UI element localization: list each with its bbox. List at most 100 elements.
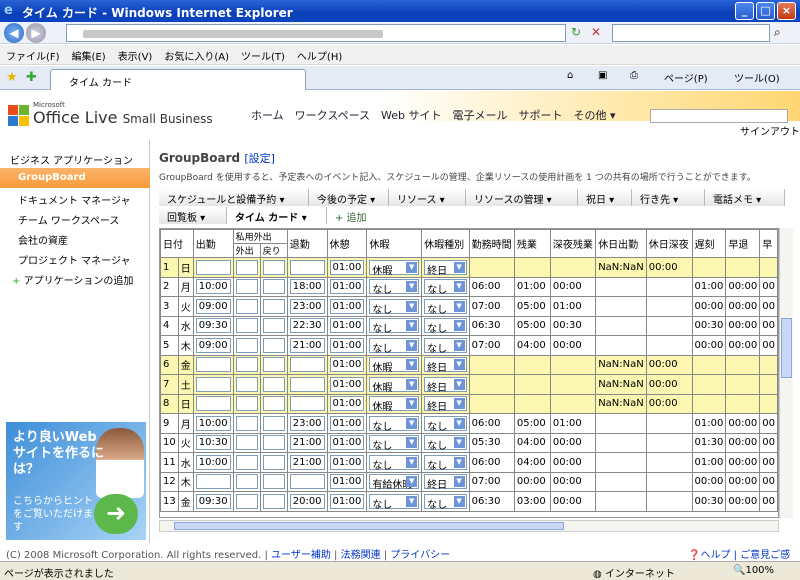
cell-private-out-input[interactable] bbox=[235, 493, 258, 509]
cell-leave-select[interactable]: 休暇 bbox=[369, 259, 420, 276]
cell-private-return-input[interactable] bbox=[262, 279, 285, 295]
cell-private-return-input[interactable] bbox=[262, 396, 285, 412]
refresh-icon[interactable]: ↻ bbox=[571, 25, 581, 39]
cell-clock-in-input[interactable] bbox=[195, 396, 231, 412]
tab-circulation[interactable]: 回覧板 ▾ bbox=[159, 207, 227, 224]
nav-email[interactable]: 電子メール bbox=[453, 109, 508, 122]
favorites-star-icon[interactable]: ★ bbox=[6, 70, 18, 85]
cell-clock-in-input[interactable]: 10:00 bbox=[195, 279, 231, 295]
footer-link-accessibility[interactable]: ユーザー補助 bbox=[271, 550, 331, 561]
cell-clock-out-input[interactable]: 23:00 bbox=[289, 298, 325, 314]
cell-leave-type-select[interactable]: 終日 bbox=[424, 376, 467, 393]
cell-private-out-input[interactable] bbox=[235, 474, 258, 490]
cell-leave-type-select[interactable]: なし bbox=[424, 318, 467, 335]
cell-leave-type-select[interactable]: 終日 bbox=[424, 357, 467, 374]
cell-private-out-input[interactable] bbox=[235, 337, 258, 353]
stop-icon[interactable]: ✕ bbox=[591, 25, 601, 39]
cell-private-return-input[interactable] bbox=[262, 474, 285, 490]
cell-private-out-input[interactable] bbox=[235, 376, 258, 392]
hscroll-thumb[interactable] bbox=[174, 522, 564, 530]
maximize-button[interactable]: □ bbox=[756, 2, 775, 20]
cell-private-out-input[interactable] bbox=[235, 396, 258, 412]
cell-private-return-input[interactable] bbox=[262, 415, 285, 431]
cell-private-return-input[interactable] bbox=[262, 435, 285, 451]
tab-phone-memo[interactable]: 電話メモ ▾ bbox=[705, 189, 785, 206]
cell-break-input[interactable]: 01:00 bbox=[329, 259, 365, 275]
print-icon[interactable]: ⎙ bbox=[630, 70, 638, 81]
cell-clock-out-input[interactable] bbox=[289, 376, 325, 392]
cell-break-input[interactable]: 01:00 bbox=[329, 279, 365, 295]
cell-clock-out-input[interactable] bbox=[289, 474, 325, 490]
page-menu[interactable]: ページ(P) bbox=[664, 70, 708, 85]
search-icon[interactable]: ⌕ bbox=[774, 25, 781, 40]
cell-private-out-input[interactable] bbox=[235, 415, 258, 431]
cell-clock-in-input[interactable] bbox=[195, 357, 231, 373]
cell-clock-out-input[interactable] bbox=[289, 259, 325, 275]
cell-private-out-input[interactable] bbox=[235, 279, 258, 295]
cell-clock-out-input[interactable] bbox=[289, 396, 325, 412]
add-favorite-icon[interactable]: ✚ bbox=[26, 70, 37, 85]
help-link[interactable]: ヘルプ bbox=[700, 550, 730, 561]
horizontal-scrollbar[interactable] bbox=[159, 520, 779, 532]
cell-clock-out-input[interactable] bbox=[289, 357, 325, 373]
cell-leave-select[interactable]: なし bbox=[369, 318, 420, 335]
cell-leave-type-select[interactable]: なし bbox=[424, 454, 467, 471]
cell-leave-type-select[interactable]: 終日 bbox=[424, 259, 467, 276]
menu-edit[interactable]: 編集(E) bbox=[66, 45, 112, 63]
cell-leave-select[interactable]: なし bbox=[369, 337, 420, 354]
sidebar-add-app[interactable]: + アプリケーションの追加 bbox=[0, 268, 150, 288]
cell-break-input[interactable]: 01:00 bbox=[329, 454, 365, 470]
tools-menu[interactable]: ツール(O) bbox=[734, 70, 780, 85]
cell-leave-select[interactable]: なし bbox=[369, 493, 420, 510]
cell-clock-in-input[interactable]: 10:00 bbox=[195, 454, 231, 470]
minimize-button[interactable]: _ bbox=[735, 2, 754, 20]
forward-button[interactable]: ▶ bbox=[26, 23, 46, 43]
cell-clock-in-input[interactable]: 09:30 bbox=[195, 493, 231, 509]
arrow-right-icon[interactable]: ➜ bbox=[94, 494, 138, 534]
nav-website[interactable]: Web サイト bbox=[381, 109, 441, 122]
home-icon[interactable]: ⌂ bbox=[567, 70, 573, 81]
cell-leave-select[interactable]: 休暇 bbox=[369, 357, 420, 374]
menu-file[interactable]: ファイル(F) bbox=[0, 45, 66, 63]
nav-more[interactable]: その他 ▾ bbox=[574, 109, 616, 122]
cell-private-return-input[interactable] bbox=[262, 454, 285, 470]
cell-clock-in-input[interactable]: 10:00 bbox=[195, 415, 231, 431]
sidebar-item-assets[interactable]: 会社の資産 bbox=[0, 228, 150, 248]
cell-private-out-input[interactable] bbox=[235, 259, 258, 275]
cell-leave-select[interactable]: なし bbox=[369, 454, 420, 471]
cell-leave-type-select[interactable]: なし bbox=[424, 435, 467, 452]
cell-private-out-input[interactable] bbox=[235, 298, 258, 314]
cell-break-input[interactable]: 01:00 bbox=[329, 376, 365, 392]
back-button[interactable]: ◀ bbox=[4, 23, 24, 43]
menu-help[interactable]: ヘルプ(H) bbox=[291, 45, 348, 63]
cell-private-return-input[interactable] bbox=[262, 493, 285, 509]
ad-banner[interactable]: より良いWebサイトを作るには？ こちらからヒントをご覧いただけます ➜ bbox=[6, 422, 146, 540]
settings-link[interactable]: [設定] bbox=[244, 152, 275, 165]
cell-clock-in-input[interactable]: 09:00 bbox=[195, 298, 231, 314]
cell-clock-out-input[interactable]: 23:00 bbox=[289, 415, 325, 431]
cell-private-return-input[interactable] bbox=[262, 318, 285, 334]
cell-leave-type-select[interactable]: 終日 bbox=[424, 474, 467, 491]
cell-private-out-input[interactable] bbox=[235, 357, 258, 373]
tab-resource-admin[interactable]: リソースの管理 ▾ bbox=[466, 189, 578, 206]
zoom-control[interactable]: 🔍100% bbox=[733, 565, 774, 576]
cell-clock-in-input[interactable]: 09:00 bbox=[195, 337, 231, 353]
tab-timecard-active[interactable]: タイム カード ▾ bbox=[227, 207, 327, 224]
sidebar-item-documents[interactable]: ドキュメント マネージャ bbox=[0, 188, 150, 208]
signout-link[interactable]: サインアウト bbox=[740, 123, 800, 138]
menu-tools[interactable]: ツール(T) bbox=[235, 45, 291, 63]
cell-clock-in-input[interactable]: 10:30 bbox=[195, 435, 231, 451]
vertical-scrollbar[interactable] bbox=[779, 228, 793, 518]
cell-break-input[interactable]: 01:00 bbox=[329, 318, 365, 334]
cell-clock-in-input[interactable] bbox=[195, 259, 231, 275]
nav-home[interactable]: ホーム bbox=[251, 109, 284, 122]
cell-leave-select[interactable]: 有給休暇 bbox=[369, 474, 420, 491]
cell-private-return-input[interactable] bbox=[262, 376, 285, 392]
add-button[interactable]: + 追加 bbox=[327, 207, 379, 224]
cell-clock-out-input[interactable]: 21:00 bbox=[289, 454, 325, 470]
tab-resources[interactable]: リソース ▾ bbox=[389, 189, 466, 206]
cell-break-input[interactable]: 01:00 bbox=[329, 396, 365, 412]
tab-upcoming[interactable]: 今後の予定 ▾ bbox=[309, 189, 389, 206]
nav-workspace[interactable]: ワークスペース bbox=[295, 109, 370, 122]
cell-leave-select[interactable]: なし bbox=[369, 298, 420, 315]
